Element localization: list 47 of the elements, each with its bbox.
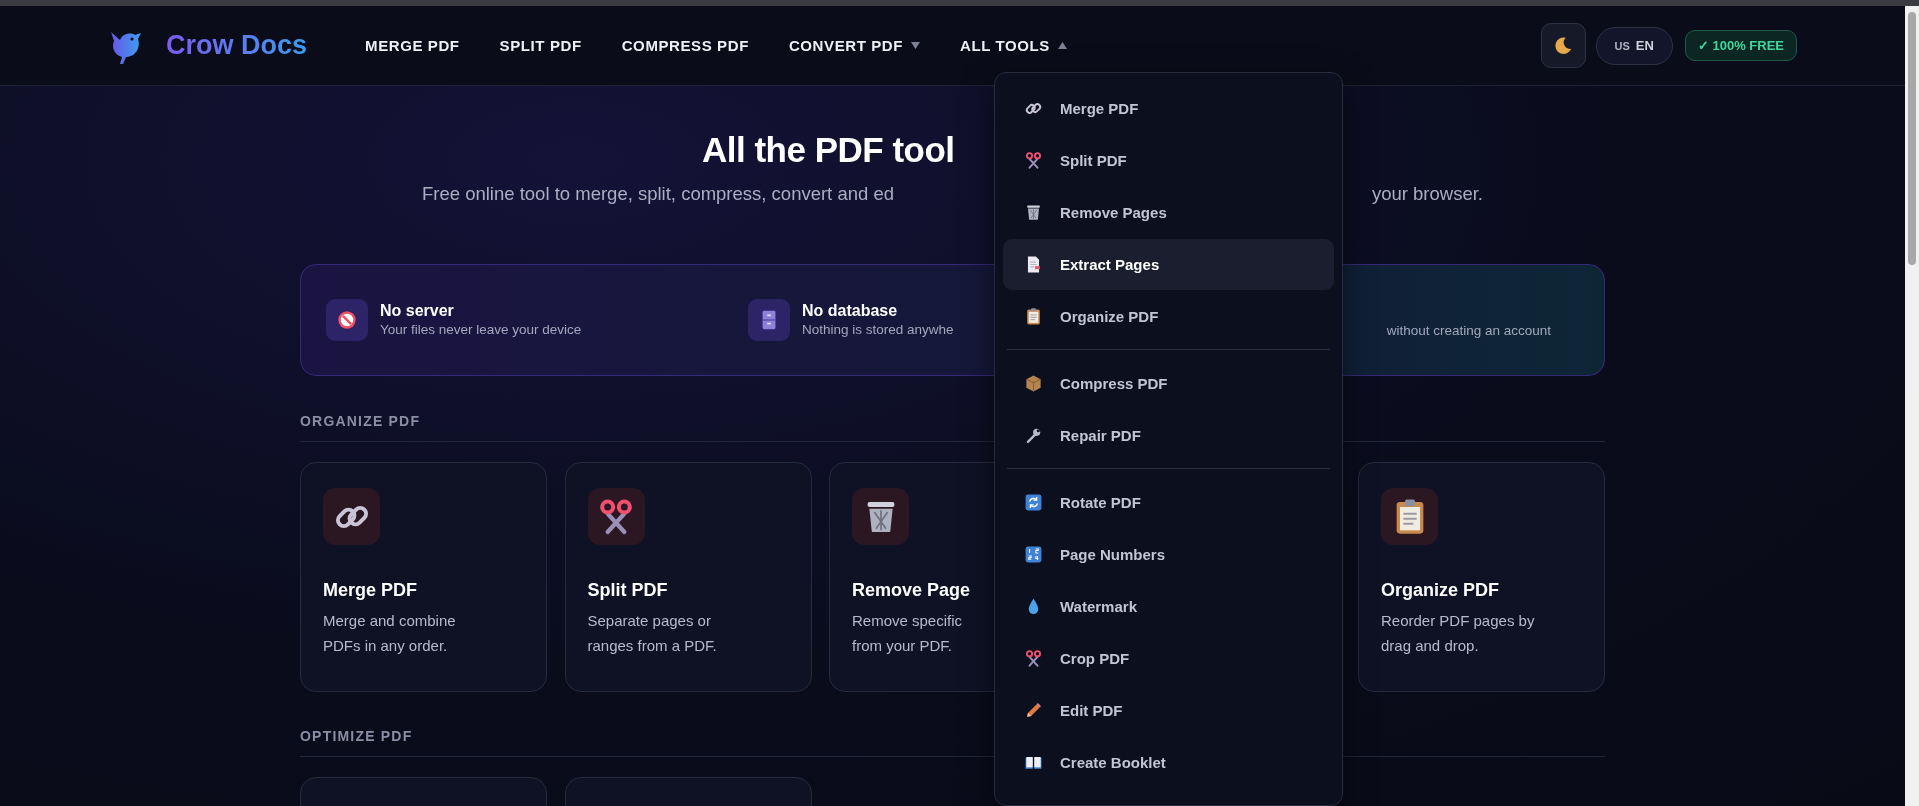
caret-icon — [911, 42, 920, 49]
feature-description: Your files never leave your device — [380, 321, 582, 339]
menu-item[interactable]: Compress PDF — [1003, 358, 1334, 409]
pencil-icon — [1024, 701, 1043, 720]
tool-title: Organize PDF — [1381, 579, 1500, 602]
tool-card[interactable]: Merge PDF Merge and combine PDFs in any order. — [300, 462, 547, 692]
subtitle-text: Free online tool to merge, split, compress, convert and ed — [422, 182, 894, 206]
menu-item[interactable]: Split PDF — [1003, 135, 1334, 186]
scissors-icon — [1024, 151, 1043, 170]
trash-can-icon — [1024, 203, 1043, 222]
language-button[interactable]: US EN — [1595, 26, 1673, 65]
nav-link[interactable]: MERGE PDF — [365, 37, 460, 54]
tool-description: Separate pages or ranges from a PDF. — [587, 611, 717, 656]
menu-item[interactable]: Extract Pages — [1003, 239, 1334, 290]
tool-description: Reorder PDF pages by drag and drop. — [1381, 611, 1535, 656]
tool-title: Merge PDF — [323, 579, 418, 602]
tool-description: Remove specific from your PDF. — [852, 611, 963, 656]
feature-description: Nothing is stored anywhe — [802, 321, 954, 339]
tool-title: Remove Page — [852, 579, 971, 602]
nav-link[interactable]: ALL TOOLS — [960, 37, 1067, 54]
number-grid-icon — [1024, 545, 1043, 564]
subtitle-text: your browser. — [1371, 182, 1483, 206]
tool-card[interactable]: Organize PDF Reorder PDF pages by drag and drop. — [1358, 462, 1605, 692]
package-icon — [1024, 374, 1043, 393]
feature-description: without creating an account — [1386, 322, 1551, 338]
tool-card[interactable]: Split PDF Separate pages or ranges from a PDF. — [564, 462, 812, 692]
rotate-icon — [1024, 493, 1043, 512]
page-title: All the PDF tool — [702, 130, 955, 170]
nav-link[interactable]: COMPRESS PDF — [621, 37, 749, 54]
scrollbar-thumb[interactable] — [1908, 12, 1916, 265]
menu-item[interactable]: Organize PDF — [1003, 291, 1334, 342]
nav-link[interactable]: SPLIT PDF — [499, 37, 582, 54]
tool-title: Split PDF — [587, 579, 668, 602]
caret-icon — [1057, 42, 1067, 49]
tool-description: Merge and combine PDFs in any order. — [323, 611, 456, 656]
menu-item[interactable]: Remove Pages — [1003, 187, 1334, 238]
scissors-icon — [1024, 649, 1043, 668]
feature-title: No server — [380, 301, 455, 321]
moon-icon — [1552, 34, 1574, 57]
free-badge: ✓ 100% FREE — [1684, 30, 1797, 61]
no-entry-icon — [336, 309, 358, 331]
wrench-icon — [1024, 426, 1043, 445]
clipboard-icon — [1024, 307, 1043, 326]
nav-link[interactable]: CONVERT PDF — [788, 37, 920, 54]
menu-item[interactable]: Merge PDF — [1003, 83, 1334, 134]
feature-title: No database — [802, 301, 899, 321]
theme-toggle-button[interactable] — [1540, 23, 1586, 68]
